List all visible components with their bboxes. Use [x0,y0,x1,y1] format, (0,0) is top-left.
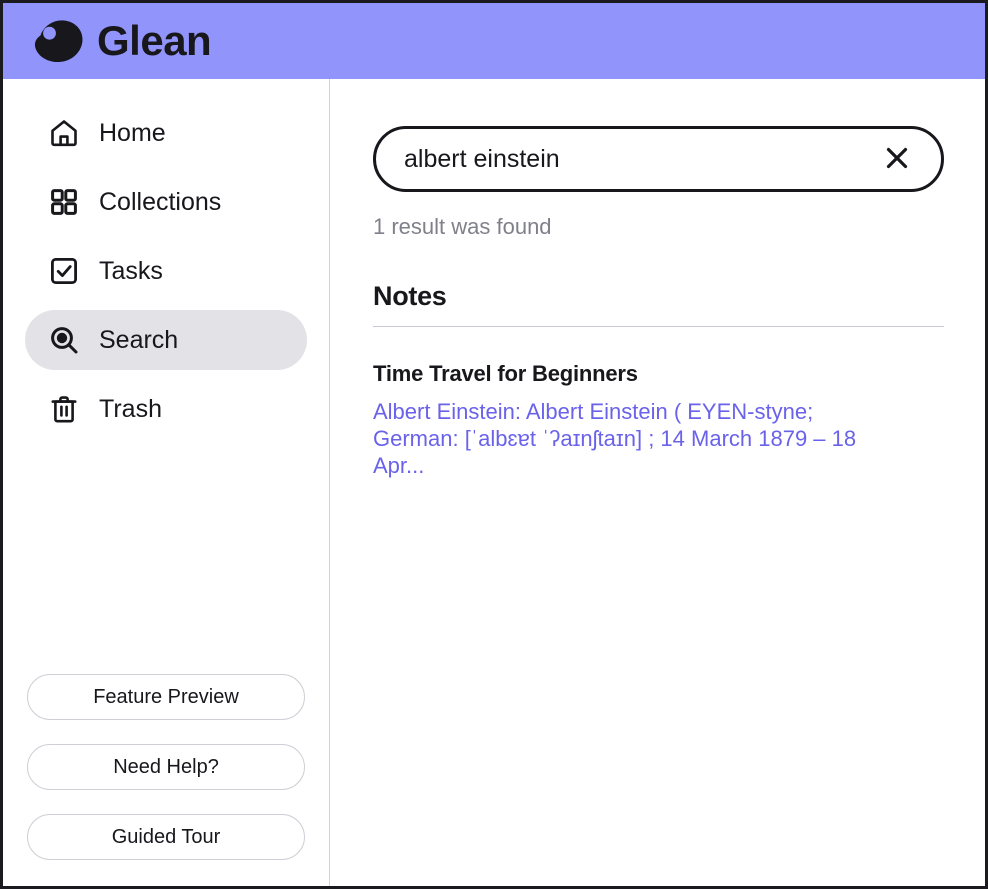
guided-tour-button[interactable]: Guided Tour [27,814,305,860]
sidebar-item-home[interactable]: Home [25,103,307,163]
sidebar-item-search[interactable]: Search [25,310,307,370]
sidebar-item-trash[interactable]: Trash [25,379,307,439]
app-body: Home Collections Tasks Search Trash Feat… [3,79,985,886]
results-section-title: Notes [373,281,447,311]
feature-preview-button[interactable]: Feature Preview [27,674,305,720]
sidebar-item-collections[interactable]: Collections [25,172,307,232]
search-input[interactable] [404,144,879,174]
brand-name: Glean [97,17,212,64]
sidebar-item-label: Search [99,325,179,354]
sidebar: Home Collections Tasks Search Trash Feat… [3,79,330,886]
result-title: Time Travel for Beginners [373,361,638,386]
sidebar-nav: Home Collections Tasks Search Trash [25,103,307,439]
trash-icon [47,392,81,426]
checkbox-icon [47,254,81,288]
sidebar-actions: Feature Preview Need Help? Guided Tour [25,674,307,860]
search-result-item[interactable]: Time Travel for Beginners Albert Einstei… [373,361,944,480]
sidebar-item-label: Home [99,118,166,147]
grid-icon [47,185,81,219]
result-count: 1 result was found [373,214,552,239]
search-icon [47,323,81,357]
need-help-button[interactable]: Need Help? [27,744,305,790]
close-icon [882,143,912,176]
brand[interactable]: Glean [32,17,212,64]
app-header: Glean [3,3,985,79]
home-icon [47,116,81,150]
section-divider [373,326,944,327]
sidebar-item-label: Tasks [99,256,163,285]
search-field[interactable] [373,126,944,192]
app-window: Glean Home Collections Tasks Search Tras… [0,0,988,889]
sidebar-item-label: Trash [99,394,162,423]
result-snippet: Albert Einstein: Albert Einstein ( EYEN-… [373,399,857,478]
main-content: 1 result was found Notes Time Travel for… [330,79,985,886]
glean-blob-logo-icon [34,20,83,63]
sidebar-item-tasks[interactable]: Tasks [25,241,307,301]
sidebar-item-label: Collections [99,187,222,216]
clear-search-button[interactable] [879,141,915,177]
